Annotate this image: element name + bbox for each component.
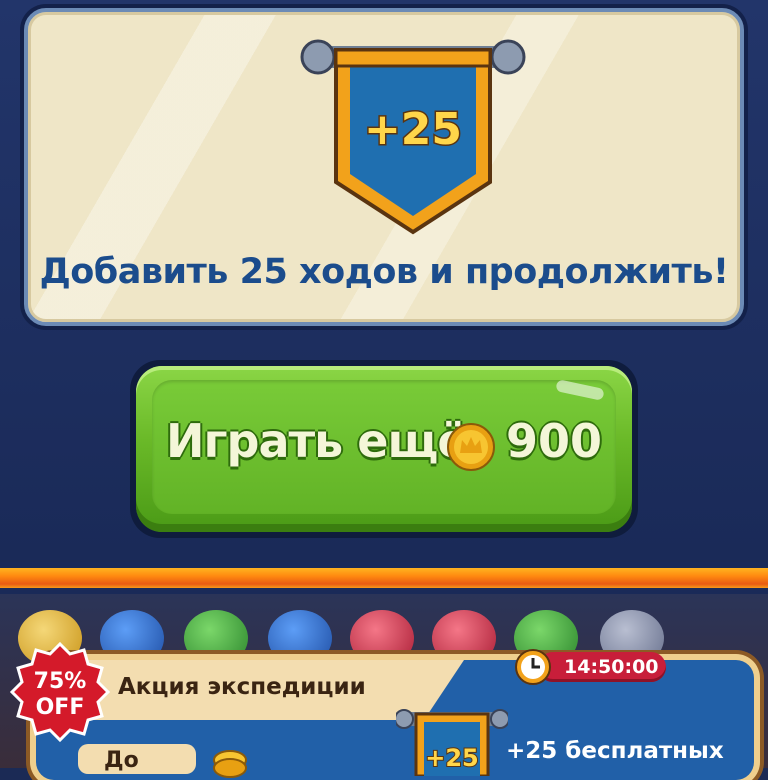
- board-gem-green: [184, 610, 248, 666]
- rod-knob-left: [300, 39, 336, 75]
- promo-offer-text: +25 бесплатных: [506, 738, 724, 764]
- promo-timer: 14:50:00: [514, 648, 668, 685]
- play-again-button[interactable]: Играть ещё 900: [136, 366, 632, 532]
- gold-coin-icon: [447, 423, 495, 471]
- promo-slot-text: До: [104, 748, 139, 773]
- board-gem-red: [350, 610, 414, 666]
- divider-stripe: [0, 562, 768, 594]
- badge-percent: 75%: [34, 669, 87, 694]
- board-gem-red: [432, 610, 496, 666]
- panel-title: Добавить 25 ходов и продолжить!: [39, 252, 729, 292]
- play-price: 900: [506, 414, 603, 468]
- play-button-label: Играть ещё: [166, 414, 469, 468]
- moves-banner-icon: +25: [300, 39, 526, 235]
- badge-off: OFF: [36, 695, 85, 720]
- banner-value: +25: [364, 104, 462, 155]
- discount-badge: 75% OFF: [9, 641, 111, 743]
- gold-coin-stack-icon: [213, 750, 247, 778]
- clock-icon: [515, 649, 551, 685]
- promo-moves-banner-icon: +25: [396, 709, 508, 776]
- rod-knob-right: [490, 39, 526, 75]
- board-gem-blue: [268, 610, 332, 666]
- extra-moves-panel: +25 Добавить 25 ходов и продолжить!: [24, 8, 744, 326]
- banner-top-fold: [334, 48, 492, 68]
- timer-text: 14:50:00: [564, 656, 659, 678]
- promo-title: Акция экспедиции: [118, 674, 366, 700]
